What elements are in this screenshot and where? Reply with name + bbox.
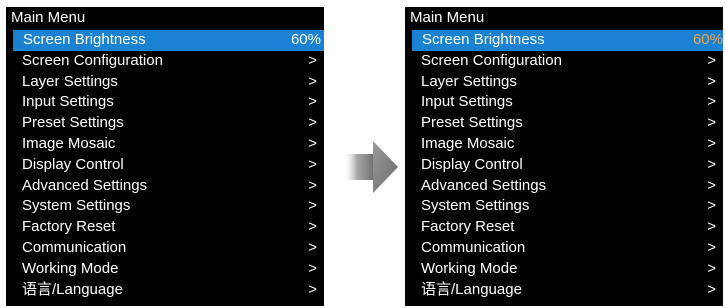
chevron-right-icon: > — [707, 134, 716, 152]
menu-item-label: Layer Settings — [22, 72, 118, 90]
chevron-right-icon: > — [308, 238, 317, 256]
menu-screen-before: Main Menu Screen Brightness 60% Screen C… — [6, 7, 324, 306]
menu-item-label: Working Mode — [22, 259, 119, 277]
chevron-right-icon: > — [308, 197, 317, 215]
menu-item-screen-configuration[interactable]: Screen Configuration > — [13, 51, 324, 72]
menu-item-label: Factory Reset — [22, 218, 116, 236]
chevron-right-icon: > — [308, 155, 317, 173]
menu-item-label: 语言/Language — [22, 280, 123, 298]
menu-item-system-settings[interactable]: System Settings > — [13, 196, 324, 217]
menu-item-screen-configuration[interactable]: Screen Configuration > — [412, 51, 723, 72]
menu-screen-after: Main Menu Screen Brightness 60% Screen C… — [405, 7, 723, 306]
menu-item-label: Input Settings — [421, 93, 513, 111]
menu-item-display-control[interactable]: Display Control > — [13, 155, 324, 176]
chevron-right-icon: > — [308, 51, 317, 69]
menu-item-language[interactable]: 语言/Language > — [13, 280, 324, 301]
chevron-right-icon: > — [308, 176, 317, 194]
chevron-right-icon: > — [707, 259, 716, 277]
menu-item-communication[interactable]: Communication > — [412, 238, 723, 259]
menu-item-system-settings[interactable]: System Settings > — [412, 196, 723, 217]
chevron-right-icon: > — [707, 72, 716, 90]
menu-item-label: Display Control — [22, 155, 124, 173]
menu-item-label: Communication — [421, 238, 526, 256]
menu-item-image-mosaic[interactable]: Image Mosaic > — [412, 134, 723, 155]
chevron-right-icon: > — [707, 218, 716, 236]
menu-item-label: 语言/Language — [421, 280, 522, 298]
chevron-right-icon: > — [308, 259, 317, 277]
chevron-right-icon: > — [707, 51, 716, 69]
chevron-right-icon: > — [707, 176, 716, 194]
menu-item-working-mode[interactable]: Working Mode > — [13, 259, 324, 280]
chevron-right-icon: > — [707, 238, 716, 256]
menu-item-layer-settings[interactable]: Layer Settings > — [13, 72, 324, 93]
main-menu-list: Screen Brightness 60% Screen Configurati… — [412, 30, 723, 300]
menu-item-advanced-settings[interactable]: Advanced Settings > — [412, 176, 723, 197]
menu-item-label: Screen Brightness — [422, 31, 545, 48]
chevron-right-icon: > — [707, 114, 716, 132]
chevron-right-icon: > — [308, 93, 317, 111]
menu-item-factory-reset[interactable]: Factory Reset > — [13, 217, 324, 238]
menu-item-label: Factory Reset — [421, 218, 515, 236]
menu-item-label: Advanced Settings — [421, 176, 547, 194]
menu-item-label: Layer Settings — [421, 72, 517, 90]
menu-item-preset-settings[interactable]: Preset Settings > — [13, 113, 324, 134]
brightness-value: 60% — [290, 31, 321, 48]
menu-item-label: Preset Settings — [421, 114, 523, 132]
right-arrow-icon — [343, 141, 398, 193]
chevron-right-icon: > — [308, 134, 317, 152]
menu-item-working-mode[interactable]: Working Mode > — [412, 259, 723, 280]
menu-item-input-settings[interactable]: Input Settings > — [13, 92, 324, 113]
menu-item-advanced-settings[interactable]: Advanced Settings > — [13, 176, 324, 197]
menu-item-label: Communication — [22, 238, 127, 256]
menu-item-screen-brightness[interactable]: Screen Brightness 60% — [412, 30, 723, 51]
chevron-right-icon: > — [308, 72, 317, 90]
menu-item-layer-settings[interactable]: Layer Settings > — [412, 72, 723, 93]
brightness-value[interactable]: 60% — [693, 30, 723, 51]
menu-item-label: System Settings — [22, 197, 131, 215]
chevron-right-icon: > — [707, 197, 716, 215]
menu-item-image-mosaic[interactable]: Image Mosaic > — [13, 134, 324, 155]
menu-item-communication[interactable]: Communication > — [13, 238, 324, 259]
menu-item-label: Display Control — [421, 155, 523, 173]
menu-item-label: Screen Configuration — [421, 51, 562, 69]
chevron-right-icon: > — [308, 280, 317, 298]
menu-title: Main Menu — [11, 9, 86, 26]
menu-title: Main Menu — [410, 9, 485, 26]
menu-item-screen-brightness[interactable]: Screen Brightness 60% — [13, 30, 324, 51]
menu-item-factory-reset[interactable]: Factory Reset > — [412, 217, 723, 238]
menu-item-input-settings[interactable]: Input Settings > — [412, 92, 723, 113]
main-menu-list: Screen Brightness 60% Screen Configurati… — [13, 30, 324, 300]
menu-item-label: Image Mosaic — [22, 134, 116, 152]
menu-item-label: Screen Brightness — [23, 31, 146, 48]
menu-item-label: Image Mosaic — [421, 134, 515, 152]
chevron-right-icon: > — [707, 93, 716, 111]
chevron-right-icon: > — [308, 114, 317, 132]
menu-item-label: Advanced Settings — [22, 176, 148, 194]
chevron-right-icon: > — [707, 155, 716, 173]
menu-item-label: Input Settings — [22, 93, 114, 111]
menu-item-label: System Settings — [421, 197, 530, 215]
menu-item-label: Screen Configuration — [22, 51, 163, 69]
chevron-right-icon: > — [308, 218, 317, 236]
menu-item-label: Preset Settings — [22, 114, 124, 132]
menu-item-preset-settings[interactable]: Preset Settings > — [412, 113, 723, 134]
menu-item-language[interactable]: 语言/Language > — [412, 280, 723, 301]
menu-item-label: Working Mode — [421, 259, 518, 277]
menu-item-display-control[interactable]: Display Control > — [412, 155, 723, 176]
chevron-right-icon: > — [707, 280, 716, 298]
